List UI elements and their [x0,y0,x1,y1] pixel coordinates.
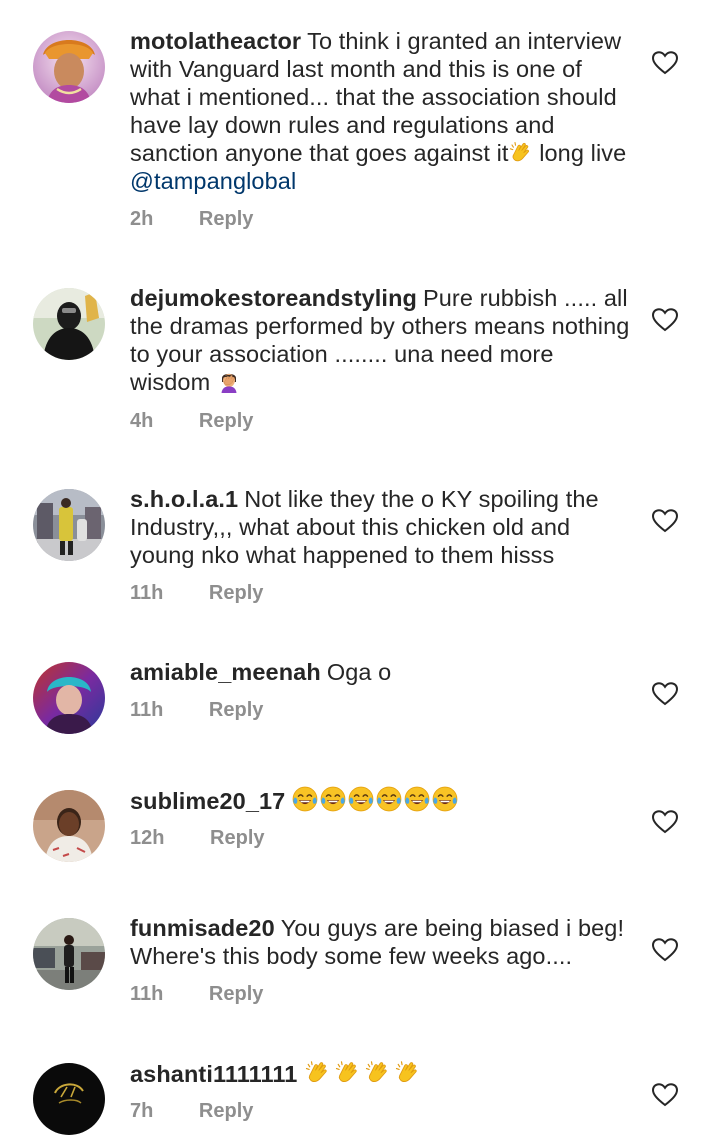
facepalm-emoji [217,369,241,393]
comment-text: dejumokestoreandstyling Pure rubbish ....… [130,284,630,396]
avatar[interactable] [33,662,105,734]
comment-meta: 4h Reply [130,410,253,433]
reply-button[interactable]: Reply [209,699,263,722]
mention-link[interactable]: @tampanglobal [130,168,296,194]
heart-outline-icon[interactable] [652,682,678,706]
reply-button[interactable]: Reply [199,208,253,231]
comment-text: ashanti1111111 [130,1059,630,1088]
heart-outline-icon[interactable] [652,938,678,962]
tears-of-joy-emoji [431,786,459,812]
avatar[interactable] [33,790,105,862]
clapping-hands-emoji [303,1059,333,1085]
comment-message: Oga o [326,659,392,685]
comment-text: motolatheactor To think i granted an inte… [130,27,630,195]
comment-meta: 2h Reply [130,208,253,231]
avatar[interactable] [33,489,105,561]
avatar-image [33,1063,105,1135]
heart-outline-icon[interactable] [652,810,678,834]
comment-meta: 7h Reply [130,1100,253,1123]
comment-username[interactable]: sublime20_17 [130,788,285,814]
tears-of-joy-emoji [319,786,347,812]
comment-username[interactable]: ashanti1111111 [130,1061,297,1087]
comment-timestamp: 11h [130,699,164,721]
comment-text: funmisade20 You guys are being biased i b… [130,914,630,970]
avatar-image [33,288,105,360]
comment-timestamp: 7h [130,1100,154,1122]
avatar-image [33,918,105,990]
avatar[interactable] [33,288,105,360]
clapping-hands-emoji [363,1059,393,1085]
comment-timestamp: 11h [130,983,164,1005]
comment-timestamp: 12h [130,827,165,849]
comment-timestamp: 4h [130,410,154,432]
avatar[interactable] [33,918,105,990]
comment-username[interactable]: funmisade20 [130,915,275,941]
reply-button[interactable]: Reply [199,410,253,433]
reply-button[interactable]: Reply [209,983,263,1006]
reply-button[interactable]: Reply [209,582,263,605]
comment-meta: 12h Reply [130,827,265,850]
clapping-hands-emoji [509,140,533,164]
comment-username[interactable]: dejumokestoreandstyling [130,285,417,311]
comment-meta: 11h Reply [130,582,263,605]
laugh-emoji-row [291,788,459,814]
tears-of-joy-emoji [403,786,431,812]
avatar-image [33,662,105,734]
avatar-image [33,31,105,103]
clapping-hands-emoji [393,1059,423,1085]
comment-timestamp: 2h [130,208,154,230]
comment-username[interactable]: motolatheactor [130,28,301,54]
reply-button[interactable]: Reply [210,827,264,850]
comment-username[interactable]: amiable_meenah [130,659,321,685]
reply-button[interactable]: Reply [199,1100,253,1123]
avatar[interactable] [33,1063,105,1135]
tears-of-joy-emoji [291,786,319,812]
clap-emoji-row [303,1061,423,1087]
comment-text: amiable_meenah Oga o [130,658,630,686]
clapping-hands-emoji [333,1059,363,1085]
comment-text: s.h.o.l.a.1 Not like they the o KY spoili… [130,485,630,569]
heart-outline-icon[interactable] [652,51,678,75]
comment-meta: 11h Reply [130,699,263,722]
avatar-image [33,790,105,862]
heart-outline-icon[interactable] [652,1083,678,1107]
comment-timestamp: 11h [130,582,164,604]
comment-meta: 11h Reply [130,983,263,1006]
comment-username[interactable]: s.h.o.l.a.1 [130,486,238,512]
comment-text: sublime20_17 [130,786,630,815]
heart-outline-icon[interactable] [652,509,678,533]
comment-message-tail: long live [532,140,627,166]
avatar-image [33,489,105,561]
avatar[interactable] [33,31,105,103]
heart-outline-icon[interactable] [652,308,678,332]
tears-of-joy-emoji [347,786,375,812]
tears-of-joy-emoji [375,786,403,812]
